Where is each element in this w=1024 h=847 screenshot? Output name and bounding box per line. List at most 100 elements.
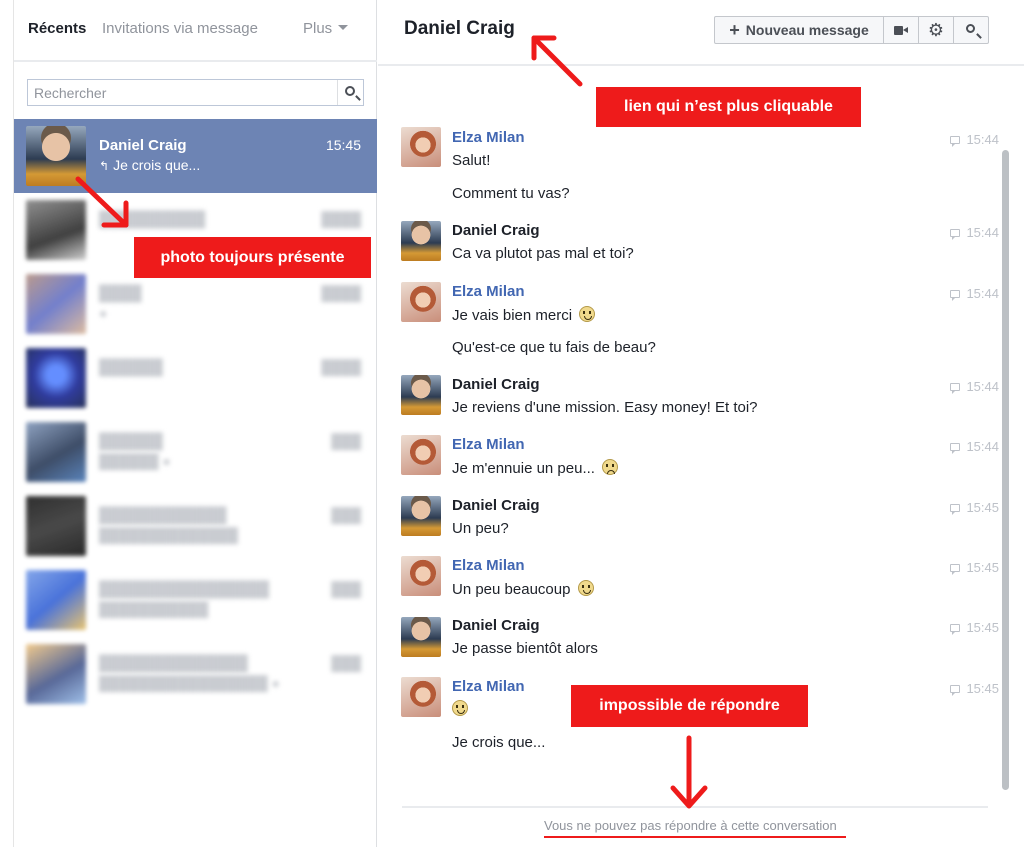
message-time-text: 15:45 bbox=[966, 620, 999, 635]
chat-bubble-icon bbox=[950, 443, 961, 454]
settings-button[interactable]: ⚙ bbox=[918, 17, 953, 43]
chat-bubble-icon bbox=[950, 624, 961, 635]
smile-emoji-icon bbox=[452, 700, 468, 716]
conversation-time: ████ bbox=[321, 285, 361, 301]
new-message-label: Nouveau message bbox=[745, 22, 869, 38]
annotation-photo-still-present: photo toujours présente bbox=[134, 237, 371, 278]
avatar bbox=[401, 435, 441, 475]
reply-icon: ↰ bbox=[99, 159, 110, 173]
annotation-arrow-title-head bbox=[531, 35, 557, 61]
message-time: 15:45 bbox=[950, 500, 999, 515]
message-text: Je vais bien merci bbox=[452, 306, 596, 324]
search-icon bbox=[345, 86, 355, 96]
conversation-toolbar: + Nouveau message ⚙ bbox=[714, 16, 989, 44]
message-scrollbar[interactable] bbox=[1002, 150, 1009, 790]
message-time-text: 15:44 bbox=[966, 132, 999, 147]
plus-icon: + bbox=[729, 19, 740, 40]
frown-emoji-icon bbox=[602, 459, 619, 475]
avatar bbox=[26, 200, 86, 260]
message-time: 15:44 bbox=[950, 379, 999, 394]
gear-icon: ⚙ bbox=[927, 20, 945, 40]
message-time: 15:45 bbox=[950, 620, 999, 635]
conversation-list-panel: Récents Invitations via message Plus Dan… bbox=[13, 0, 377, 847]
message-sender: Daniel Craig bbox=[452, 617, 540, 634]
message-sender: Daniel Craig bbox=[452, 497, 540, 514]
avatar bbox=[401, 375, 441, 415]
avatar bbox=[26, 126, 86, 186]
conversation-item[interactable]: ████ ████ ● bbox=[14, 267, 377, 341]
message-text: Ca va plutot pas mal et toi? bbox=[452, 245, 634, 262]
conversation-item[interactable]: ████████████ ███ ██████████████ bbox=[14, 489, 377, 563]
message-text-content: Un peu beaucoup bbox=[452, 581, 571, 598]
annotation-link-not-clickable: lien qui n’est plus cliquable bbox=[596, 87, 861, 127]
smile-emoji-icon bbox=[579, 306, 596, 322]
message-sender[interactable]: Elza Milan bbox=[452, 129, 525, 146]
tab-more[interactable]: Plus bbox=[303, 20, 349, 37]
message-sender[interactable]: Elza Milan bbox=[452, 557, 525, 574]
message-text-content: Je vais bien merci bbox=[452, 307, 573, 324]
chat-bubble-icon bbox=[950, 685, 961, 696]
search-button[interactable] bbox=[337, 80, 363, 105]
conversation-name: ████████████ bbox=[99, 507, 227, 524]
message-time-text: 15:45 bbox=[966, 560, 999, 575]
conversation-time: ███ bbox=[331, 433, 361, 449]
conversation-time: ███ bbox=[331, 655, 361, 671]
message-time: 15:44 bbox=[950, 286, 999, 301]
message-time-text: 15:45 bbox=[966, 500, 999, 515]
search-input[interactable] bbox=[28, 80, 338, 105]
message-text: Comment tu vas? bbox=[452, 185, 570, 202]
message-sender[interactable]: Elza Milan bbox=[452, 678, 525, 695]
tab-recents[interactable]: Récents bbox=[28, 20, 86, 37]
conversation-time: ████ bbox=[321, 359, 361, 375]
conversation-item[interactable]: ██████████████ ███ █████████████████ ● bbox=[14, 637, 377, 711]
conversation-item[interactable]: ████████████████ ███ ███████████ bbox=[14, 563, 377, 637]
list-tabs: Récents Invitations via message Plus bbox=[14, 0, 377, 62]
message-sender[interactable]: Elza Milan bbox=[452, 283, 525, 300]
avatar bbox=[26, 570, 86, 630]
message-time: 15:44 bbox=[950, 439, 999, 454]
conversation-name: ██████ bbox=[99, 359, 163, 376]
tab-message-invitations[interactable]: Invitations via message bbox=[102, 20, 258, 37]
conversation-name: ██████████████ bbox=[99, 655, 248, 672]
message-text: Salut! bbox=[452, 152, 491, 169]
chat-bubble-icon bbox=[950, 290, 961, 301]
video-camera-icon bbox=[894, 25, 908, 35]
conversation-item[interactable]: ██████ ████ bbox=[14, 341, 377, 415]
conversation-name: ████ bbox=[99, 285, 142, 302]
message-sender: Daniel Craig bbox=[452, 376, 540, 393]
avatar bbox=[26, 348, 86, 408]
avatar bbox=[401, 677, 441, 717]
avatar bbox=[401, 282, 441, 322]
avatar bbox=[26, 496, 86, 556]
avatar bbox=[401, 556, 441, 596]
avatar bbox=[26, 274, 86, 334]
avatar bbox=[401, 496, 441, 536]
conversation-item[interactable]: ██████ ███ ██████ ● bbox=[14, 415, 377, 489]
conversation-time: 15:45 bbox=[325, 137, 361, 153]
video-call-button[interactable] bbox=[883, 17, 918, 43]
composer-divider bbox=[402, 806, 988, 808]
message-sender[interactable]: Elza Milan bbox=[452, 436, 525, 453]
conversation-name: ██████ bbox=[99, 433, 163, 450]
conversation-name: ████████████████ bbox=[99, 581, 270, 598]
chat-bubble-icon bbox=[950, 504, 961, 515]
search-conversation-button[interactable] bbox=[953, 17, 988, 43]
message-sender: Daniel Craig bbox=[452, 222, 540, 239]
chat-bubble-icon bbox=[950, 564, 961, 575]
conversation-time: ████ bbox=[321, 211, 361, 227]
search-box bbox=[27, 79, 364, 106]
new-message-button[interactable]: + Nouveau message bbox=[715, 17, 883, 43]
message-text: Je m'ennuie un peu... bbox=[452, 459, 619, 477]
message-time-text: 15:45 bbox=[966, 681, 999, 696]
avatar bbox=[401, 127, 441, 167]
conversation-item-daniel-craig[interactable]: Daniel Craig 15:45 ↰ Je crois que... bbox=[14, 119, 377, 193]
message-text: Un peu? bbox=[452, 520, 509, 537]
annotation-cannot-reply: impossible de répondre bbox=[571, 685, 808, 727]
message-time-text: 15:44 bbox=[966, 379, 999, 394]
conversation-snippet-text: Je crois que... bbox=[113, 157, 201, 173]
message-time: 15:45 bbox=[950, 681, 999, 696]
conversation-snippet: ● bbox=[99, 305, 108, 321]
conversation-snippet: ██████ ● bbox=[99, 453, 171, 469]
conversation-name: ██████████ bbox=[99, 211, 206, 228]
chat-bubble-icon bbox=[950, 229, 961, 240]
